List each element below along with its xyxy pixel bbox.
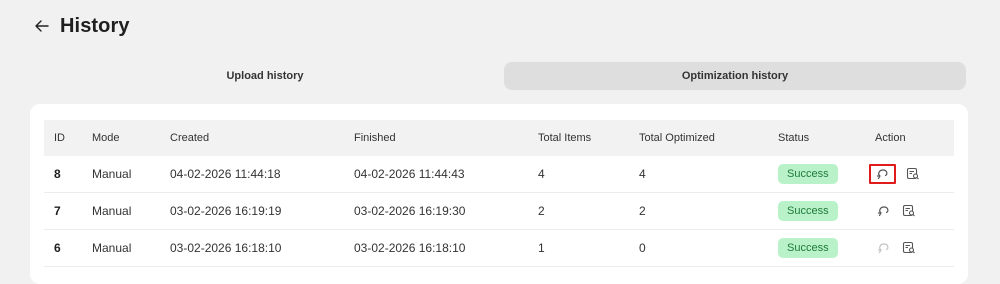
view-details-icon[interactable] <box>904 166 921 183</box>
arrow-left-icon[interactable] <box>34 18 50 34</box>
column-header-action: Action <box>875 120 954 156</box>
row-finished: 03-02-2026 16:19:30 <box>354 192 538 230</box>
row-mode: Manual <box>92 229 170 267</box>
row-mode: Manual <box>92 156 170 193</box>
tab-upload-history[interactable]: Upload history <box>34 62 496 90</box>
column-header-total-items: Total Items <box>538 120 639 156</box>
row-actions <box>869 156 954 193</box>
column-header-mode: Mode <box>92 120 170 156</box>
status-badge: Success <box>778 164 838 184</box>
row-created: 03-02-2026 16:19:19 <box>170 192 354 230</box>
column-header-status: Status <box>778 120 875 156</box>
row-id: 7 <box>44 192 92 230</box>
row-status: Success <box>778 192 875 230</box>
row-actions <box>875 192 954 230</box>
tab-optimization-history[interactable]: Optimization history <box>504 62 966 90</box>
row-status: Success <box>778 156 875 193</box>
row-status: Success <box>778 229 875 267</box>
status-badge: Success <box>778 201 838 221</box>
column-header-id: ID <box>44 120 92 156</box>
row-actions <box>875 229 954 267</box>
status-badge: Success <box>778 238 838 258</box>
row-total-items: 2 <box>538 192 639 230</box>
row-id: 8 <box>44 156 92 193</box>
row-created: 03-02-2026 16:18:10 <box>170 229 354 267</box>
column-header-total-optimized: Total Optimized <box>639 120 778 156</box>
page-title: History <box>60 14 130 37</box>
table-row: 8 Manual 04-02-2026 11:44:18 04-02-2026 … <box>44 156 954 193</box>
row-finished: 04-02-2026 11:44:43 <box>354 156 538 193</box>
view-details-icon[interactable] <box>900 203 917 220</box>
row-total-optimized: 0 <box>639 229 778 267</box>
history-card: ID Mode Created Finished Total Items Tot… <box>30 104 968 284</box>
undo-icon[interactable] <box>875 203 892 220</box>
row-total-optimized: 2 <box>639 192 778 230</box>
column-header-finished: Finished <box>354 120 538 156</box>
page-header: History <box>34 12 130 40</box>
row-total-items: 1 <box>538 229 639 267</box>
table-header-row: ID Mode Created Finished Total Items Tot… <box>44 120 954 156</box>
row-mode: Manual <box>92 192 170 230</box>
table-row: 6 Manual 03-02-2026 16:18:10 03-02-2026 … <box>44 229 954 267</box>
row-created: 04-02-2026 11:44:18 <box>170 156 354 193</box>
view-details-icon[interactable] <box>900 240 917 257</box>
column-header-created: Created <box>170 120 354 156</box>
table-row: 7 Manual 03-02-2026 16:19:19 03-02-2026 … <box>44 192 954 230</box>
undo-icon[interactable] <box>875 240 892 257</box>
history-table: ID Mode Created Finished Total Items Tot… <box>44 120 954 267</box>
history-tabs: Upload history Optimization history <box>34 62 966 90</box>
row-total-items: 4 <box>538 156 639 193</box>
undo-icon[interactable] <box>869 164 896 184</box>
row-finished: 03-02-2026 16:18:10 <box>354 229 538 267</box>
row-id: 6 <box>44 229 92 267</box>
row-total-optimized: 4 <box>639 156 778 193</box>
